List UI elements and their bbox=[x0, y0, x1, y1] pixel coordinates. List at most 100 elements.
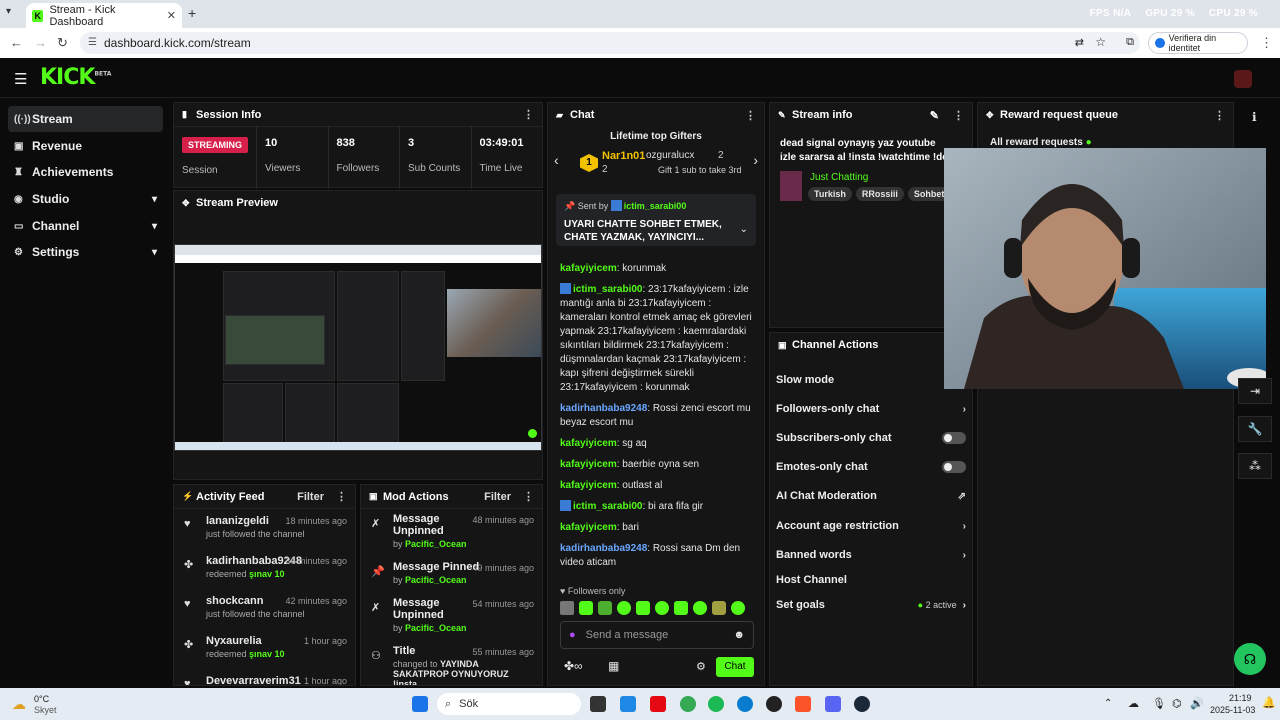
discord-icon[interactable] bbox=[825, 696, 841, 712]
mic-icon[interactable]: ● bbox=[569, 629, 576, 641]
reload-icon[interactable]: ↻ bbox=[57, 35, 68, 51]
sidebar-item-stream[interactable]: ((·)) Stream bbox=[8, 106, 163, 132]
sidebar-item-revenue[interactable]: ▣ Revenue bbox=[8, 133, 163, 159]
emotes-only-action[interactable]: Emotes-only chat bbox=[776, 459, 966, 475]
second-gifter-name[interactable]: ozguralucx bbox=[646, 150, 694, 161]
list-item[interactable]: ✤ Nyxaurelia redeemed şınav 10 1 hour ago bbox=[174, 629, 355, 669]
emote-icon[interactable] bbox=[579, 601, 593, 615]
list-item[interactable]: ✗ Message Unpinned by Pacific_Ocean 48 minu… bbox=[361, 509, 542, 557]
set-goals-action[interactable]: Set goals ● 2 active › bbox=[776, 597, 966, 613]
stream-preview-video[interactable] bbox=[174, 244, 542, 451]
chat-message[interactable]: ictim_sarabi00: 23:17kafayiyicem : izle … bbox=[548, 283, 764, 395]
chrome-icon[interactable] bbox=[680, 696, 696, 712]
microphone-icon[interactable]: 🎙 bbox=[1152, 697, 1166, 710]
rail-button[interactable]: ⇥ bbox=[1238, 378, 1272, 404]
chat-message[interactable]: ictim_sarabi00: bi ara fifa gir bbox=[548, 500, 764, 514]
gift-sub-cta[interactable]: Gift 1 sub to take 3rd bbox=[658, 165, 742, 175]
new-tab-button[interactable]: + bbox=[188, 5, 196, 21]
more-options-icon[interactable]: ⋮ bbox=[336, 490, 347, 503]
rail-button[interactable]: 🔧 bbox=[1238, 416, 1272, 442]
emote-icon[interactable] bbox=[731, 601, 745, 615]
sidebar-item-settings[interactable]: ⚙ Settings ▾ bbox=[8, 239, 163, 265]
emote-icon[interactable] bbox=[693, 601, 707, 615]
emote-icon[interactable] bbox=[636, 601, 650, 615]
emotes-only-toggle[interactable] bbox=[942, 461, 966, 473]
chat-message[interactable]: kafayiyicem: baerbie oyna sen bbox=[548, 458, 764, 472]
tab-close-icon[interactable]: ✕ bbox=[167, 9, 176, 22]
taskbar-search[interactable]: ⌕ Sök bbox=[437, 693, 581, 715]
tab-search-chevron-icon[interactable]: ▾ bbox=[6, 6, 11, 17]
back-icon[interactable]: ← bbox=[10, 35, 23, 50]
list-item[interactable]: ♥ shockcann just followed the channel 42 mi… bbox=[174, 589, 355, 629]
list-item[interactable]: ♥ lananizgeldi just followed the channel 18… bbox=[174, 509, 355, 549]
obs-icon[interactable] bbox=[766, 696, 782, 712]
translate-icon[interactable]: ⇄ bbox=[1075, 36, 1084, 49]
chat-input[interactable]: ● Send a message ☻ bbox=[560, 621, 754, 649]
profile-button[interactable]: Verifiera din identitet bbox=[1148, 32, 1248, 54]
rail-button[interactable]: ⁂ bbox=[1238, 453, 1272, 479]
volume-icon[interactable]: 🔊 bbox=[1190, 697, 1204, 710]
subscribers-only-toggle[interactable] bbox=[942, 432, 966, 444]
chat-message[interactable]: kadirhanbaba9248: Rossi zenci escort mu … bbox=[548, 402, 764, 430]
emote-icon[interactable] bbox=[617, 601, 631, 615]
list-item[interactable]: 📌 Message Pinned by Pacific_Ocean 49 minute… bbox=[361, 557, 542, 593]
chat-message[interactable]: kafayiyicem: korunmak bbox=[548, 262, 764, 276]
emote-icon[interactable] bbox=[598, 601, 612, 615]
onedrive-icon[interactable]: ☁ bbox=[1128, 697, 1139, 710]
more-options-icon[interactable]: ⋮ bbox=[745, 109, 756, 122]
browser-menu-icon[interactable]: ⋮ bbox=[1260, 35, 1273, 51]
extensions-icon[interactable]: ⧉ bbox=[1126, 36, 1134, 49]
user-avatar[interactable] bbox=[1234, 70, 1252, 88]
emote-icon[interactable] bbox=[674, 601, 688, 615]
network-icon[interactable]: ⌬ bbox=[1172, 697, 1182, 710]
edit-icon[interactable]: ✎ bbox=[930, 109, 939, 122]
account-age-action[interactable]: Account age restriction › bbox=[776, 518, 966, 534]
gifters-next-icon[interactable]: › bbox=[753, 152, 758, 168]
chat-message[interactable]: kafayiyicem: outlast al bbox=[548, 479, 764, 493]
windows-start-icon[interactable] bbox=[412, 696, 428, 712]
category-link[interactable]: Just Chatting bbox=[810, 172, 868, 183]
send-chat-button[interactable]: Chat bbox=[716, 657, 754, 677]
netflix-icon[interactable] bbox=[650, 696, 666, 712]
sidebar-item-studio[interactable]: ◉ Studio ▾ bbox=[8, 186, 163, 212]
spotify-icon[interactable] bbox=[708, 696, 724, 712]
chat-message[interactable]: kafayiyicem: sg aq bbox=[548, 437, 764, 451]
emote-icon[interactable] bbox=[655, 601, 669, 615]
followers-only-action[interactable]: Followers-only chat › bbox=[776, 401, 966, 417]
pinned-message[interactable]: 📌 Sent by ictim_sarabi00 UYARI CHATTE SO… bbox=[556, 194, 756, 246]
sidebar-item-achievements[interactable]: ♜ Achievements bbox=[8, 159, 163, 185]
chat-message[interactable]: kadirhanbaba9248: Rossi sana Dm den vide… bbox=[548, 542, 764, 570]
hamburger-menu-icon[interactable]: ☰ bbox=[14, 70, 27, 88]
emote-icon[interactable] bbox=[560, 601, 574, 615]
info-icon[interactable]: ℹ bbox=[1252, 110, 1257, 124]
slow-mode-action[interactable]: Slow mode bbox=[776, 372, 966, 388]
ai-moderation-action[interactable]: AI Chat Moderation ⇗ bbox=[776, 488, 966, 504]
chat-message[interactable]: kafayiyicem: bari bbox=[548, 521, 764, 535]
store-app-icon[interactable] bbox=[620, 696, 636, 712]
store-icon[interactable]: ▦ bbox=[608, 659, 619, 673]
activity-filter-button[interactable]: Filter bbox=[297, 491, 324, 503]
host-channel-action[interactable]: Host Channel bbox=[776, 572, 966, 588]
subscribers-only-action[interactable]: Subscribers-only chat bbox=[776, 430, 966, 446]
notifications-icon[interactable]: 🔔 bbox=[1262, 696, 1276, 709]
steam-icon[interactable] bbox=[854, 696, 870, 712]
banned-words-action[interactable]: Banned words › bbox=[776, 547, 966, 563]
list-item[interactable]: ♥ Devevarraverim31 1 hour ago bbox=[174, 669, 355, 685]
more-options-icon[interactable]: ⋮ bbox=[953, 109, 964, 122]
mod-filter-button[interactable]: Filter bbox=[484, 491, 511, 503]
chat-tools-icon[interactable]: ✤∞ bbox=[564, 659, 583, 673]
expand-chevron-icon[interactable]: ⌄ bbox=[740, 224, 748, 235]
sidebar-item-channel[interactable]: ▭ Channel ▾ bbox=[8, 213, 163, 239]
emote-icon[interactable] bbox=[712, 601, 726, 615]
browser-tab[interactable]: K Stream - Kick Dashboard ✕ bbox=[26, 3, 182, 28]
support-headset-button[interactable]: ☊ bbox=[1234, 643, 1266, 675]
bookmark-star-icon[interactable]: ☆ bbox=[1095, 35, 1106, 49]
more-options-icon[interactable]: ⋮ bbox=[1214, 109, 1225, 122]
list-item[interactable]: ✤ kadirhanbaba9248 redeemed şınav 10 36 min… bbox=[174, 549, 355, 589]
brave-icon[interactable] bbox=[795, 696, 811, 712]
list-item[interactable]: ✗ Message Unpinned by Pacific_Ocean 54 minu… bbox=[361, 593, 542, 641]
site-info-icon[interactable]: ☰ bbox=[88, 37, 97, 48]
more-options-icon[interactable]: ⋮ bbox=[523, 490, 534, 503]
task-view-icon[interactable] bbox=[590, 696, 606, 712]
tray-chevron-icon[interactable]: ⌃ bbox=[1104, 698, 1112, 709]
